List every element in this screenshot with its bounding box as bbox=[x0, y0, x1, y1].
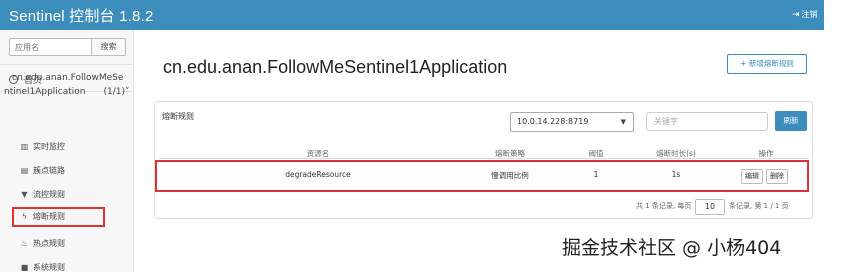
page-size-input[interactable]: 10 bbox=[695, 199, 725, 215]
chevron-down-icon: ˅ bbox=[125, 87, 130, 97]
sidebar-divider bbox=[0, 64, 134, 65]
app-machine-count: (1/1) bbox=[103, 87, 126, 97]
bar-chart-icon: ▥ bbox=[20, 142, 29, 151]
app-search-input[interactable] bbox=[9, 38, 92, 56]
logout-link[interactable]: ⇥ 注销 bbox=[792, 9, 818, 20]
pager-summary: 共 1 条记录, 每页 bbox=[636, 202, 692, 210]
machine-select[interactable]: 10.0.14.228:8719 ▼ bbox=[510, 112, 634, 132]
list-icon: ▤ bbox=[20, 166, 29, 175]
sidebar-item-label: 簇点链路 bbox=[33, 166, 65, 175]
sidebar-app-entry[interactable]: cn.edu.anan.FollowMeSe ntinel1Applicatio… bbox=[4, 71, 132, 97]
cell-duration: 1s bbox=[671, 170, 681, 179]
app-brand-title: Sentinel 控制台 1.8.2 bbox=[9, 8, 154, 25]
sidebar-item-label: 流控规则 bbox=[33, 190, 65, 199]
watermark-text: 掘金技术社区 @ 小杨404 bbox=[562, 237, 782, 259]
cell-strategy: 慢调用比例 bbox=[491, 171, 529, 180]
filter-icon: ▼ bbox=[21, 190, 28, 199]
cell-threshold: 1 bbox=[593, 170, 599, 179]
logout-label: 注销 bbox=[801, 10, 818, 19]
sidebar-item-degrade-rules[interactable]: ϟ 熔断规则 bbox=[12, 207, 105, 227]
right-blank-edge bbox=[824, 0, 852, 272]
flash-icon: ϟ bbox=[21, 212, 28, 221]
panel-title: 熔断规则 bbox=[162, 112, 194, 121]
edit-rule-button[interactable]: 编辑 bbox=[741, 169, 763, 184]
app-search-button[interactable]: 搜索 bbox=[92, 38, 126, 56]
refresh-button[interactable]: 刷新 bbox=[775, 111, 807, 131]
sidebar-item-cluster-link[interactable]: ▤ 簇点链路 bbox=[20, 165, 65, 176]
table-header-divider bbox=[159, 158, 809, 159]
add-degrade-rule-button[interactable]: + 新增熔断规则 bbox=[727, 54, 807, 74]
sidebar-item-realtime-monitor[interactable]: ▥ 实时监控 bbox=[20, 141, 65, 152]
sidebar-item-label: 实时监控 bbox=[33, 142, 65, 151]
machine-select-value: 10.0.14.228:8719 bbox=[517, 117, 589, 126]
lock-icon: ■ bbox=[20, 263, 29, 272]
sidebar-item-system-rules[interactable]: ■ 系统规则 bbox=[20, 262, 65, 272]
caret-down-icon: ▼ bbox=[620, 118, 626, 126]
cell-resource: degradeResource bbox=[285, 170, 351, 179]
app-name-line2: ntinel1Application bbox=[4, 87, 86, 97]
sidebar-item-label: 系统规则 bbox=[33, 263, 65, 272]
sign-out-icon: ⇥ bbox=[792, 10, 800, 20]
fire-icon: ♨ bbox=[20, 239, 29, 248]
top-header-bar: Sentinel 控制台 1.8.2 ⇥ 注销 bbox=[0, 0, 824, 30]
delete-rule-button[interactable]: 删除 bbox=[766, 169, 788, 184]
sidebar-item-hotspot-rules[interactable]: ♨ 热点规则 bbox=[20, 238, 65, 249]
pager-status: 条记录, 第 1 / 1 页 bbox=[729, 202, 789, 210]
keyword-search-input[interactable]: 关键字 bbox=[646, 112, 768, 131]
sidebar-item-label: 熔断规则 bbox=[33, 212, 65, 221]
page-title: cn.edu.anan.FollowMeSentinel1Application bbox=[163, 57, 508, 77]
app-search: 搜索 bbox=[9, 38, 126, 56]
sidebar-item-label: 热点规则 bbox=[33, 239, 65, 248]
sidebar-item-flow-rules[interactable]: ▼ 流控规则 bbox=[20, 189, 65, 200]
app-name-line1: cn.edu.anan.FollowMeSe bbox=[12, 73, 124, 83]
